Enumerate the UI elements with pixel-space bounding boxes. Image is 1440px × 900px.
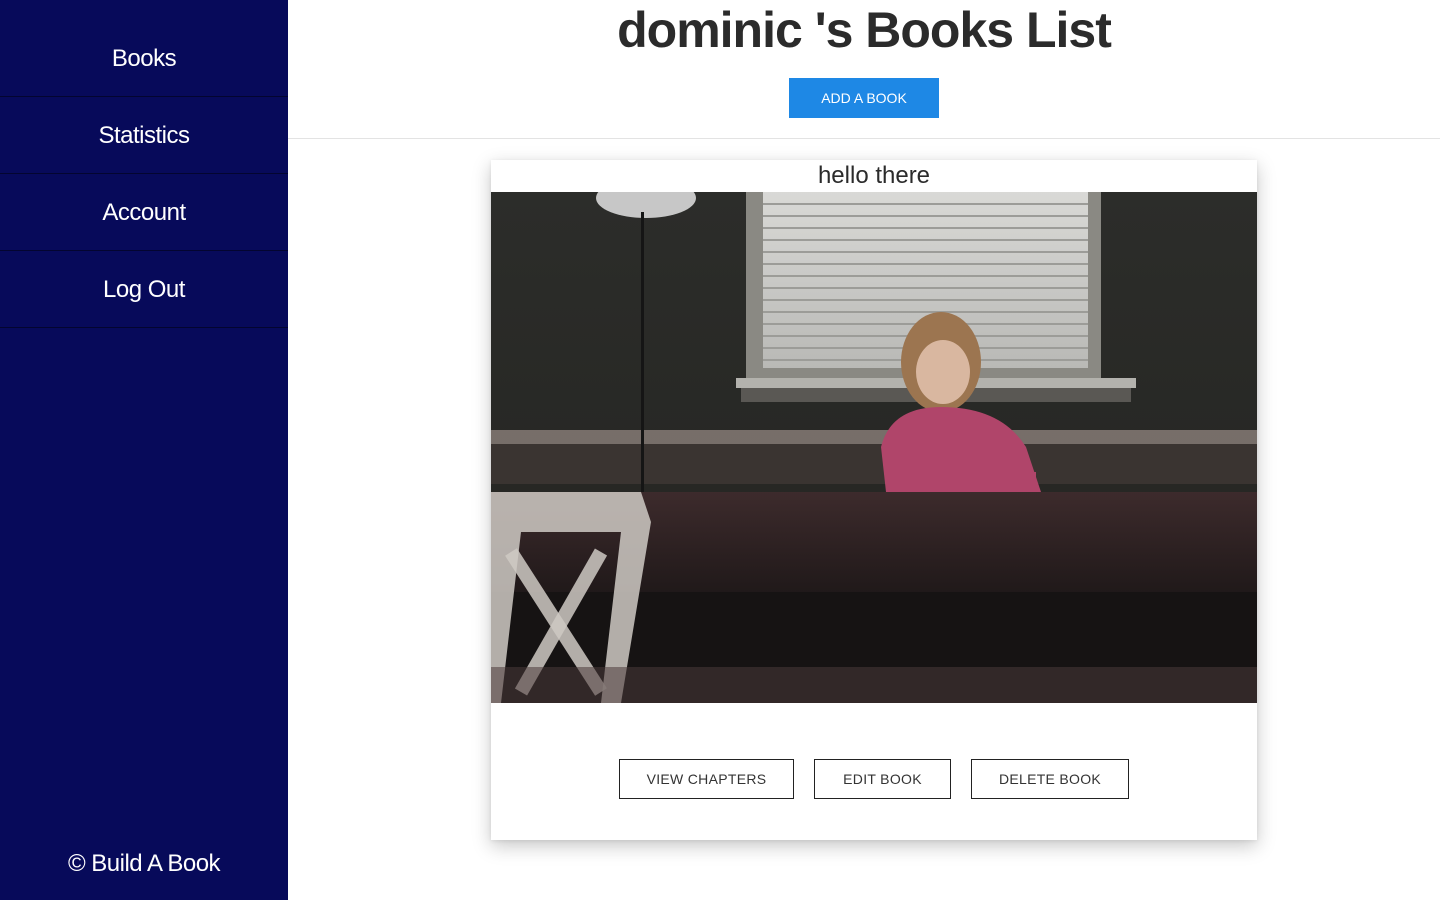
sidebar-item-account[interactable]: Account	[0, 174, 288, 251]
book-actions: VIEW CHAPTERS EDIT BOOK DELETE BOOK	[491, 759, 1257, 799]
add-book-button[interactable]: ADD A BOOK	[789, 78, 939, 118]
sidebar-item-statistics[interactable]: Statistics	[0, 97, 288, 174]
sidebar-item-log-out[interactable]: Log Out	[0, 251, 288, 328]
sidebar: Books Statistics Account Log Out © Build…	[0, 0, 288, 900]
sidebar-item-books[interactable]: Books	[0, 0, 288, 97]
page-title: dominic 's Books List	[617, 2, 1112, 58]
book-title: hello there	[817, 162, 931, 189]
view-chapters-button[interactable]: VIEW CHAPTERS	[619, 759, 794, 799]
book-cover-image	[491, 192, 1257, 703]
book-card: hello there VIEW CHAPTERS EDIT BOOK DELE…	[491, 160, 1257, 840]
page-header: dominic 's Books List ADD A BOOK	[288, 0, 1440, 139]
book-cover-photo	[491, 192, 1257, 703]
sidebar-footer-copyright: © Build A Book	[67, 850, 221, 877]
delete-book-button[interactable]: DELETE BOOK	[971, 759, 1129, 799]
edit-book-button[interactable]: EDIT BOOK	[814, 759, 951, 799]
